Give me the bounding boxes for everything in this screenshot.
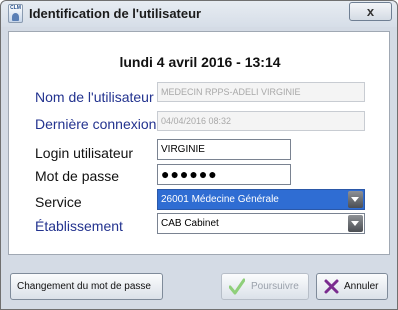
service-select[interactable]: 26001 Médecine Générale — [157, 189, 365, 210]
cancel-button[interactable]: Annuler — [316, 273, 388, 300]
window-title: Identification de l'utilisateur — [29, 6, 202, 21]
establishment-label: Établissement — [35, 218, 123, 234]
login-dialog: CLM Identification de l'utilisateur x lu… — [0, 0, 398, 310]
establishment-select[interactable]: CAB Cabinet — [157, 213, 365, 234]
app-icon-text: CLM — [10, 5, 21, 11]
change-password-button[interactable]: Changement du mot de passe — [10, 273, 163, 300]
service-label: Service — [35, 194, 82, 210]
password-input[interactable]: ●●●●●● — [157, 164, 291, 185]
login-label: Login utilisateur — [35, 145, 134, 161]
chevron-down-icon[interactable] — [348, 191, 363, 208]
chevron-down-icon[interactable] — [348, 215, 363, 232]
user-name-label: Nom de l'utilisateur — [35, 89, 154, 105]
continue-button[interactable]: Poursuivre — [221, 273, 309, 300]
current-datetime: lundi 4 avril 2016 - 13:14 — [119, 54, 281, 70]
service-value: 26001 Médecine Générale — [161, 194, 279, 205]
title-bar[interactable]: CLM Identification de l'utilisateur x — [1, 1, 397, 27]
login-input[interactable]: VIRGINIE — [157, 139, 291, 160]
establishment-value: CAB Cabinet — [161, 218, 219, 229]
password-label: Mot de passe — [35, 168, 120, 184]
continue-label: Poursuivre — [251, 281, 299, 292]
last-login-label: Dernière connexion — [35, 116, 157, 132]
close-icon: x — [366, 4, 375, 19]
user-name-field: MEDECIN RPPS-ADELI VIRGINIE — [157, 82, 365, 102]
app-icon: CLM — [8, 4, 23, 23]
cancel-label: Annuler — [344, 281, 379, 292]
cancel-x-icon — [324, 279, 339, 294]
last-login-field: 04/04/2016 08:32 — [157, 111, 365, 131]
change-password-label: Changement du mot de passe — [17, 281, 151, 292]
form-panel: lundi 4 avril 2016 - 13:14 Nom de l'util… — [8, 31, 390, 255]
close-button[interactable]: x — [349, 2, 392, 21]
user-silhouette-icon — [12, 13, 19, 21]
check-icon — [229, 278, 245, 295]
